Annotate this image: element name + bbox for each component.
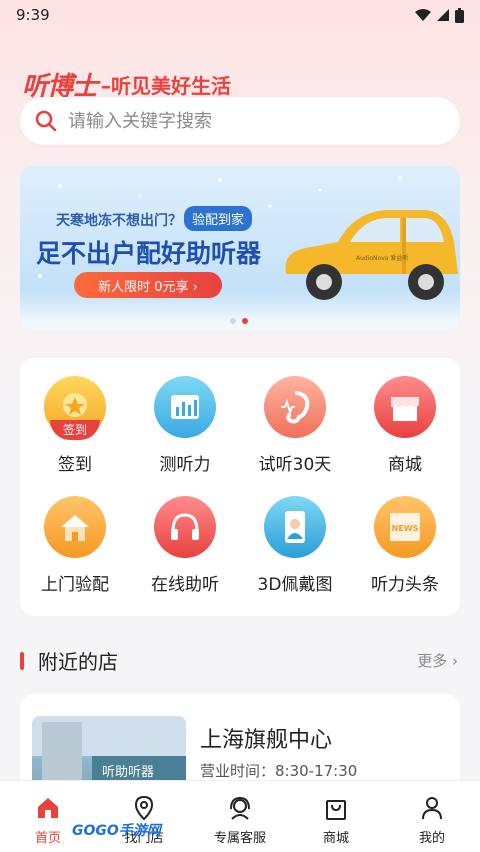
feature-label: 商城: [388, 455, 422, 475]
feature-label: 在线助听: [151, 575, 219, 595]
search-input[interactable]: [68, 110, 428, 132]
banner-tag: 验配到家: [184, 206, 253, 231]
store-hours: 营业时间：8:30-17:30: [200, 762, 358, 780]
customer-service-icon: [230, 796, 250, 820]
tab-shop[interactable]: 商城: [288, 781, 384, 852]
house-icon: [44, 496, 106, 558]
headset-icon: [154, 496, 216, 558]
news-badge: NEWS: [392, 524, 419, 533]
car-illustration: AudioNova 爱益听: [285, 210, 458, 300]
watermark-text: GOGO手游网: [72, 823, 161, 839]
feature-online-aid[interactable]: 在线助听: [130, 478, 240, 598]
feature-label: 上门验配: [41, 575, 109, 595]
checkin-badge: 签到: [50, 420, 100, 440]
hearing-test-icon: [154, 376, 216, 438]
feature-label: 试听30天: [258, 455, 332, 475]
tab-label: 专属客服: [213, 831, 266, 846]
tab-store-finder[interactable]: 找门店: [96, 781, 192, 852]
store-card[interactable]: 听助听器 上海旗舰中心 营业时间：8:30-17:30: [20, 694, 460, 794]
nearby-section-header: 附近的店: [20, 646, 118, 675]
ear-icon: [264, 376, 326, 438]
feature-label: 听力头条: [371, 575, 439, 595]
tab-label: 我的: [418, 831, 445, 846]
store-sign: 听助听器: [102, 765, 154, 780]
feature-hearing-test[interactable]: 测听力: [130, 358, 240, 478]
battery-icon: [455, 7, 464, 23]
tab-label: 首页: [34, 831, 61, 846]
store-icon: [374, 376, 436, 438]
feature-home-fitting[interactable]: 上门验配: [20, 478, 130, 598]
section-accent-bar: [20, 651, 24, 670]
store-name: 上海旗舰中心: [200, 728, 333, 753]
banner-subtitle: 天寒地冻不想出门？: [56, 213, 182, 229]
checkin-icon: 签到: [44, 376, 106, 440]
brand-slogan: –听见美好生活: [101, 74, 232, 98]
nearby-title: 附近的店: [38, 650, 118, 674]
promo-banner[interactable]: 天寒地冻不想出门？ 验配到家 足不出户配好助听器 新人限时 0元享 › Audi…: [20, 166, 460, 330]
feature-label: 测听力: [159, 455, 211, 475]
user-icon: [422, 797, 442, 820]
feature-label: 3D佩戴图: [257, 575, 333, 595]
more-link[interactable]: 更多 ›: [417, 650, 458, 671]
tab-profile[interactable]: 我的: [384, 781, 480, 852]
pagination-dot: [230, 318, 236, 324]
feature-trial[interactable]: 试听30天: [240, 358, 350, 478]
status-time: 9:39: [16, 6, 50, 24]
banner-pagination: [230, 318, 248, 324]
feature-checkin[interactable]: 签到 签到: [20, 358, 130, 478]
watermark: GOGO手游网: [72, 820, 161, 840]
home-icon: [38, 798, 58, 818]
feature-label: 签到: [58, 455, 92, 475]
car-logo-text: AudioNova 爱益听: [356, 254, 408, 262]
shopping-bag-icon: [326, 800, 346, 820]
pagination-dot-active: [242, 318, 248, 324]
wifi-icon: [415, 9, 431, 21]
feature-news[interactable]: NEWS 听力头条: [350, 478, 460, 598]
banner-title: 足不出户配好助听器: [36, 239, 262, 268]
location-pin-icon: [134, 795, 154, 821]
banner-cta-button[interactable]: 新人限时 0元享 ›: [74, 272, 222, 298]
search-bar[interactable]: [20, 97, 460, 145]
tab-home[interactable]: 首页: [0, 781, 96, 852]
feature-grid: 签到 签到 测听力 试听30天 商城 上门验配 在线助听 3D佩戴图 NEWS …: [20, 358, 460, 616]
status-bar: 9:39: [0, 0, 480, 30]
tab-customer-service[interactable]: 专属客服: [192, 781, 288, 852]
feature-shop[interactable]: 商城: [350, 358, 460, 478]
news-icon: NEWS: [374, 496, 436, 558]
bottom-tab-bar: 首页 找门店 专属客服 商城 我的: [0, 780, 480, 852]
signal-icon: [437, 9, 449, 21]
feature-3d-view[interactable]: 3D佩戴图: [240, 478, 350, 598]
search-icon: [35, 110, 57, 132]
phone-person-icon: [264, 496, 326, 558]
tab-label: 商城: [322, 831, 349, 846]
